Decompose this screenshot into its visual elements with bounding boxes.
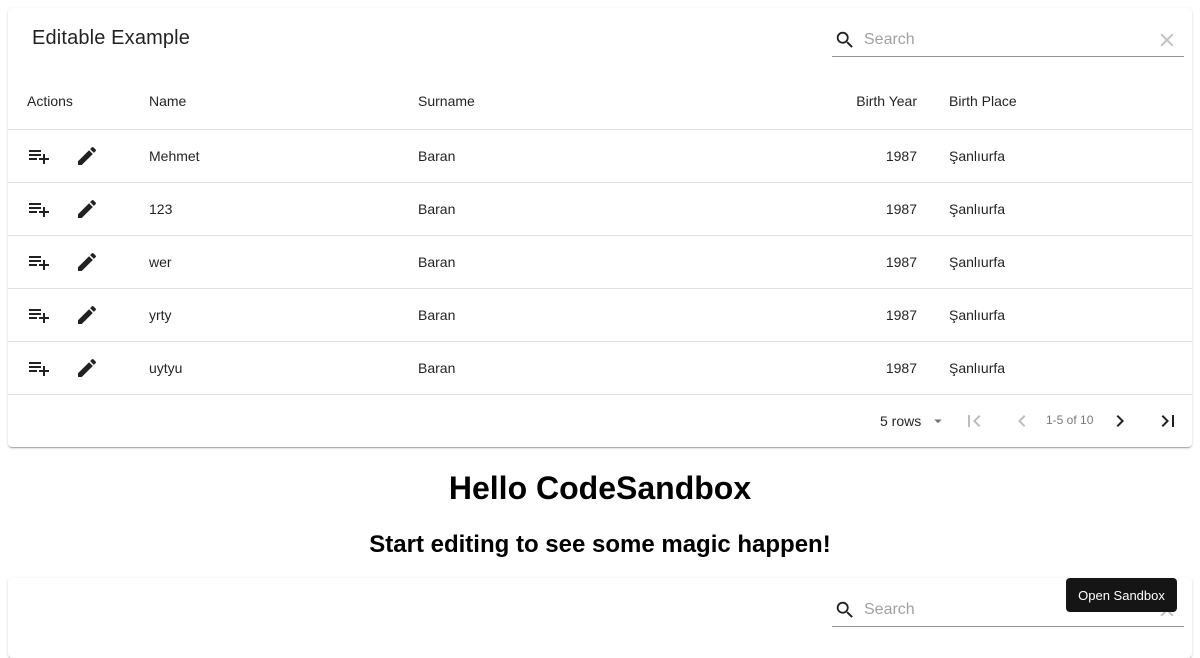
cell-birth-year: 1987 xyxy=(708,235,917,289)
previous-page-icon[interactable] xyxy=(1010,409,1034,433)
search-input[interactable] xyxy=(864,28,1134,52)
second-table-toolbar xyxy=(8,578,1192,642)
search-icon xyxy=(836,601,853,618)
data-table: Actions Name Surname Birth Year Birth Pl… xyxy=(8,72,1192,395)
column-header-actions: Actions xyxy=(8,72,133,130)
cell-birth-place: Şanlıurfa xyxy=(917,182,1192,236)
rows-per-page-value: 5 rows xyxy=(880,413,922,429)
edit-icon[interactable] xyxy=(75,250,99,274)
last-page-icon[interactable] xyxy=(1156,409,1180,433)
search-icon xyxy=(836,31,853,48)
column-header-name[interactable]: Name xyxy=(133,72,418,130)
row-actions xyxy=(8,235,133,289)
cell-birth-year: 1987 xyxy=(708,182,917,236)
dropdown-arrow-icon xyxy=(934,419,942,424)
cell-birth-place: Şanlıurfa xyxy=(917,129,1192,183)
cell-birth-year: 1987 xyxy=(708,341,917,395)
second-table-panel xyxy=(8,578,1192,658)
add-row-icon[interactable] xyxy=(27,250,51,274)
cell-birth-year: 1987 xyxy=(708,129,917,183)
column-header-surname[interactable]: Surname xyxy=(418,72,708,130)
cell-name: uytyu xyxy=(133,341,418,395)
cell-name: Mehmet xyxy=(133,129,418,183)
table-row: 123 Baran 1987 Şanlıurfa xyxy=(8,182,1192,236)
cell-name: 123 xyxy=(133,182,418,236)
add-row-icon[interactable] xyxy=(27,356,51,380)
row-actions xyxy=(8,288,133,342)
cell-name: wer xyxy=(133,235,418,289)
rows-per-page-select[interactable]: 5 rows xyxy=(880,409,947,433)
table-row: uytyu Baran 1987 Şanlıurfa xyxy=(8,341,1192,395)
search-field xyxy=(832,24,1184,57)
edit-icon[interactable] xyxy=(75,144,99,168)
page-heading: Hello CodeSandbox xyxy=(448,470,752,506)
cell-surname: Baran xyxy=(418,129,708,183)
add-row-icon[interactable] xyxy=(27,303,51,327)
row-actions xyxy=(8,182,133,236)
row-actions xyxy=(8,341,133,395)
open-sandbox-button[interactable]: Open Sandbox xyxy=(1066,578,1177,612)
next-page-icon[interactable] xyxy=(1108,409,1132,433)
column-header-birth-place[interactable]: Birth Place xyxy=(917,72,1192,130)
add-row-icon[interactable] xyxy=(27,197,51,221)
cell-surname: Baran xyxy=(418,341,708,395)
clear-search-icon[interactable] xyxy=(1156,29,1178,51)
edit-icon[interactable] xyxy=(75,356,99,380)
page-range-label: 1-5 of 10 xyxy=(1046,413,1094,427)
edit-icon[interactable] xyxy=(75,303,99,327)
cell-birth-place: Şanlıurfa xyxy=(917,341,1192,395)
table-row: wer Baran 1987 Şanlıurfa xyxy=(8,235,1192,289)
cell-birth-year: 1987 xyxy=(708,288,917,342)
page-subheading: Start editing to see some magic happen! xyxy=(369,531,831,558)
column-header-birth-year[interactable]: Birth Year xyxy=(708,72,917,130)
cell-surname: Baran xyxy=(418,182,708,236)
edit-icon[interactable] xyxy=(75,197,99,221)
table-header-row: Actions Name Surname Birth Year Birth Pl… xyxy=(8,72,1192,130)
cell-surname: Baran xyxy=(418,235,708,289)
add-row-icon[interactable] xyxy=(27,144,51,168)
table-row: yrty Baran 1987 Şanlıurfa xyxy=(8,288,1192,342)
table-row: Mehmet Baran 1987 Şanlıurfa xyxy=(8,129,1192,183)
table-pagination: 5 rows 1-5 of 10 xyxy=(8,395,1192,447)
cell-name: yrty xyxy=(133,288,418,342)
cell-birth-place: Şanlıurfa xyxy=(917,288,1192,342)
table-title: Editable Example xyxy=(32,27,191,49)
cell-birth-place: Şanlıurfa xyxy=(917,235,1192,289)
row-actions xyxy=(8,129,133,183)
cell-surname: Baran xyxy=(418,288,708,342)
table-toolbar: Editable Example xyxy=(8,8,1192,72)
editable-table-panel: Editable Example Actions Name Surname Bi… xyxy=(8,8,1192,447)
first-page-icon[interactable] xyxy=(962,409,986,433)
